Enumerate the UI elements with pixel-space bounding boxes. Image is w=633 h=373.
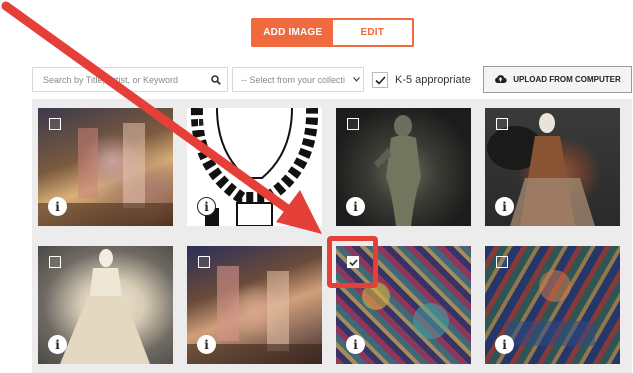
search-input[interactable] bbox=[33, 68, 205, 91]
annotation-highlight-box bbox=[327, 236, 378, 288]
select-checkbox[interactable] bbox=[347, 118, 359, 130]
cloud-upload-icon bbox=[494, 74, 507, 86]
select-checkbox[interactable] bbox=[496, 256, 508, 268]
k5-filter: K-5 appropriate bbox=[372, 68, 471, 92]
image-tile[interactable]: i bbox=[187, 108, 322, 226]
tab-add-image[interactable]: ADD IMAGE bbox=[253, 20, 333, 45]
search-box bbox=[32, 67, 228, 92]
info-icon[interactable]: i bbox=[197, 335, 216, 354]
info-icon[interactable]: i bbox=[495, 197, 514, 216]
info-icon[interactable]: i bbox=[48, 335, 67, 354]
image-tile[interactable]: i bbox=[336, 108, 471, 226]
image-tile[interactable]: i bbox=[38, 246, 173, 364]
image-tile[interactable]: i bbox=[485, 108, 620, 226]
upload-label: UPLOAD FROM COMPUTER bbox=[513, 75, 621, 84]
collection-select[interactable]: -- Select from your collecti bbox=[232, 67, 364, 92]
chevron-down-icon bbox=[349, 77, 363, 82]
info-icon[interactable]: i bbox=[197, 197, 216, 216]
select-checkbox[interactable] bbox=[49, 118, 61, 130]
tab-edit[interactable]: EDIT bbox=[332, 20, 412, 45]
select-checkbox[interactable] bbox=[49, 256, 61, 268]
info-icon[interactable]: i bbox=[495, 335, 514, 354]
info-icon[interactable]: i bbox=[48, 197, 67, 216]
mode-tabs: ADD IMAGE EDIT bbox=[251, 18, 414, 47]
checkmark-icon bbox=[374, 75, 386, 85]
image-tile[interactable]: i bbox=[485, 246, 620, 364]
info-icon[interactable]: i bbox=[346, 197, 365, 216]
k5-label: K-5 appropriate bbox=[395, 74, 471, 86]
image-tile[interactable]: i bbox=[187, 246, 322, 364]
image-tile[interactable]: i bbox=[38, 108, 173, 226]
collection-select-value: -- Select from your collecti bbox=[241, 74, 346, 85]
select-checkbox[interactable] bbox=[198, 118, 210, 130]
select-checkbox[interactable] bbox=[496, 118, 508, 130]
select-checkbox[interactable] bbox=[198, 256, 210, 268]
k5-checkbox[interactable] bbox=[372, 72, 388, 88]
upload-from-computer-button[interactable]: UPLOAD FROM COMPUTER bbox=[483, 66, 632, 93]
info-icon[interactable]: i bbox=[346, 335, 365, 354]
search-icon[interactable] bbox=[205, 74, 227, 85]
